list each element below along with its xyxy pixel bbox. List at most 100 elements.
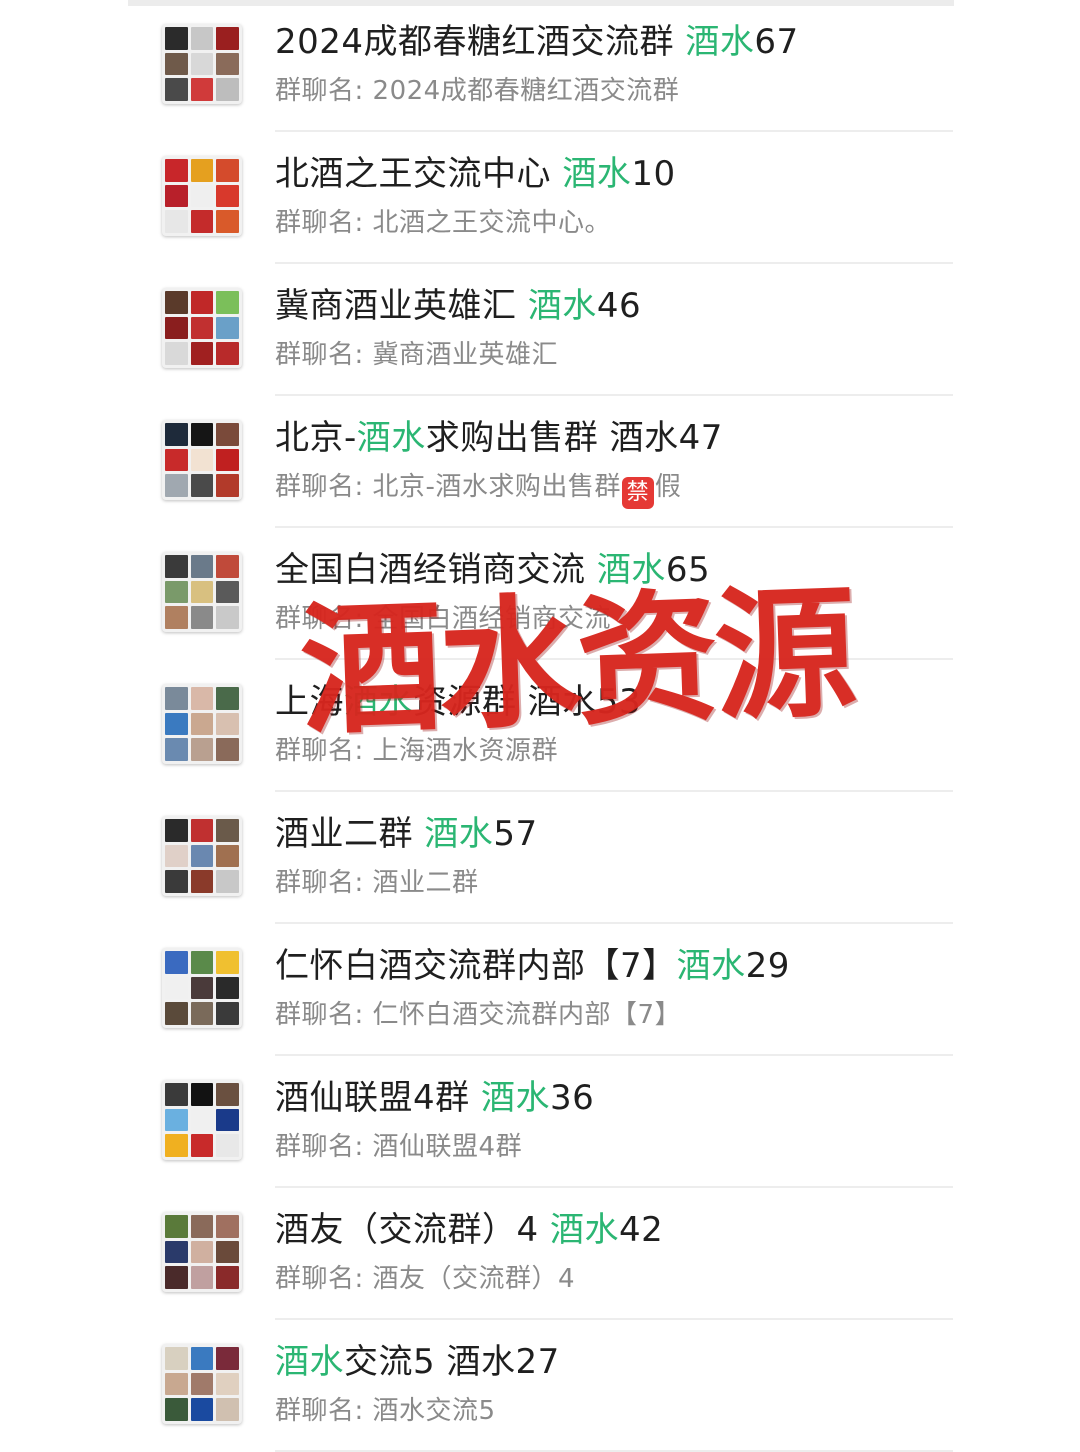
group-avatar (162, 420, 242, 500)
avatar-tile (190, 1002, 214, 1025)
avatar-tile (165, 316, 188, 340)
subtitle-text: 群聊名: 酒业二群 (275, 868, 479, 898)
avatar-tile (190, 951, 214, 974)
avatar-tile (190, 210, 214, 233)
subtitle-text: 群聊名: 北酒之王交流中心。 (275, 208, 612, 238)
avatar-tile (190, 52, 214, 76)
subtitle-suffix: 假 (654, 472, 682, 502)
title-text: 46 (596, 286, 642, 326)
group-chat-row[interactable]: 酒仙联盟4群 酒水36 群聊名: 酒仙联盟4群 (0, 1056, 1080, 1188)
avatar-tile (216, 976, 239, 1000)
avatar-tile (216, 687, 239, 710)
highlight-keyword: 酒水 (527, 286, 597, 326)
group-chat-row[interactable]: 酒水交流5 酒水27 群聊名: 酒水交流5 (0, 1320, 1080, 1452)
highlight-keyword: 酒水 (424, 814, 494, 854)
avatar-tile (165, 1347, 188, 1370)
avatar-tile (216, 291, 239, 314)
avatar-tile (190, 184, 214, 208)
title-text: 仁怀白酒交流群内部【7】 (275, 946, 677, 986)
group-avatar (162, 1212, 242, 1292)
avatar-tile (190, 159, 214, 182)
avatar-tile (216, 606, 239, 629)
group-subtitle: 群聊名: 2024成都春糖红酒交流群 (275, 74, 679, 108)
group-chat-row[interactable]: 酒业二群 酒水57 群聊名: 酒业二群 (0, 792, 1080, 924)
group-chat-row[interactable]: 冀商酒业英雄汇 酒水46 群聊名: 冀商酒业英雄汇 (0, 264, 1080, 396)
avatar-tile (190, 687, 214, 710)
title-text: 29 (745, 946, 790, 986)
title-text: 北京- (275, 418, 357, 458)
avatar-tile (216, 78, 239, 101)
highlight-keyword: 酒水 (549, 1210, 619, 1250)
avatar-tile (216, 712, 239, 736)
avatar-tile (165, 687, 188, 710)
group-subtitle: 群聊名: 冀商酒业英雄汇 (275, 338, 558, 372)
highlight-keyword: 酒水 (562, 154, 632, 194)
avatar-tile (190, 474, 214, 497)
group-chat-row[interactable]: 2024成都春糖红酒交流群 酒水67 群聊名: 2024成都春糖红酒交流群 (0, 0, 1080, 132)
avatar-tile (216, 342, 239, 365)
avatar-tile (190, 423, 214, 446)
avatar-tile (165, 819, 188, 842)
group-avatar (162, 1080, 242, 1160)
avatar-tile (190, 976, 214, 1000)
avatar-tile (165, 1372, 188, 1396)
avatar-tile (216, 1108, 239, 1132)
avatar-tile (190, 1108, 214, 1132)
subtitle-text: 群聊名: 仁怀白酒交流群内部【7】 (275, 1000, 682, 1030)
avatar-tile (216, 1083, 239, 1106)
avatar-tile (190, 27, 214, 50)
group-subtitle: 群聊名: 酒友（交流群）4 (275, 1262, 575, 1296)
subtitle-text: 群聊名: 北京-酒水求购出售群 (275, 472, 621, 502)
avatar-tile (216, 738, 239, 761)
group-avatar (162, 24, 242, 104)
group-chat-row[interactable]: 北京-酒水求购出售群 酒水47 群聊名: 北京-酒水求购出售群禁假 (0, 396, 1080, 528)
avatar-tile (190, 738, 214, 761)
avatar-tile (165, 951, 188, 974)
group-title: 仁怀白酒交流群内部【7】酒水29 (275, 944, 790, 988)
group-chat-row[interactable]: 酒友（交流群）4 酒水42 群聊名: 酒友（交流群）4 (0, 1188, 1080, 1320)
group-subtitle: 群聊名: 酒仙联盟4群 (275, 1130, 522, 1164)
title-text: 交流5 酒水27 (344, 1342, 560, 1382)
avatar-tile (165, 423, 188, 446)
group-chat-row[interactable]: 仁怀白酒交流群内部【7】酒水29 群聊名: 仁怀白酒交流群内部【7】 (0, 924, 1080, 1056)
group-title: 酒仙联盟4群 酒水36 (275, 1076, 594, 1120)
avatar-tile (165, 52, 188, 76)
avatar-tile (190, 1134, 214, 1157)
group-title: 酒业二群 酒水57 (275, 812, 538, 856)
group-avatar (162, 288, 242, 368)
title-text: 10 (631, 154, 676, 194)
avatar-tile (216, 474, 239, 497)
avatar-tile (165, 159, 188, 182)
avatar-tile (216, 316, 239, 340)
group-chat-row[interactable]: 北酒之王交流中心 酒水10 群聊名: 北酒之王交流中心。 (0, 132, 1080, 264)
title-text: 求购出售群 酒水47 (425, 418, 723, 458)
title-text: 2024成都春糖红酒交流群 (275, 22, 686, 62)
avatar-tile (165, 738, 188, 761)
avatar-tile (216, 844, 239, 868)
group-title: 2024成都春糖红酒交流群 酒水67 (275, 20, 799, 64)
avatar-tile (190, 1398, 214, 1421)
group-subtitle: 群聊名: 北京-酒水求购出售群禁假 (275, 470, 681, 509)
group-subtitle: 群聊名: 酒水交流5 (275, 1394, 496, 1428)
avatar-tile (165, 606, 188, 629)
avatar-tile (216, 1372, 239, 1396)
avatar-tile (190, 448, 214, 472)
avatar-tile (165, 1398, 188, 1421)
avatar-tile (216, 1002, 239, 1025)
group-subtitle: 群聊名: 仁怀白酒交流群内部【7】 (275, 998, 681, 1032)
avatar-tile (165, 555, 188, 578)
avatar-tile (216, 159, 239, 182)
subtitle-text: 群聊名: 酒友（交流群）4 (275, 1264, 576, 1294)
avatar-tile (216, 951, 239, 974)
avatar-tile (165, 844, 188, 868)
group-avatar (162, 1344, 242, 1424)
title-text: 冀商酒业英雄汇 (275, 286, 528, 326)
avatar-tile (165, 1240, 188, 1264)
group-avatar (162, 156, 242, 236)
avatar-tile (216, 1134, 239, 1157)
avatar-tile (165, 184, 188, 208)
highlight-keyword: 酒水 (685, 22, 755, 62)
group-title: 北酒之王交流中心 酒水10 (275, 152, 676, 196)
avatar-tile (216, 448, 239, 472)
avatar-tile (165, 1002, 188, 1025)
